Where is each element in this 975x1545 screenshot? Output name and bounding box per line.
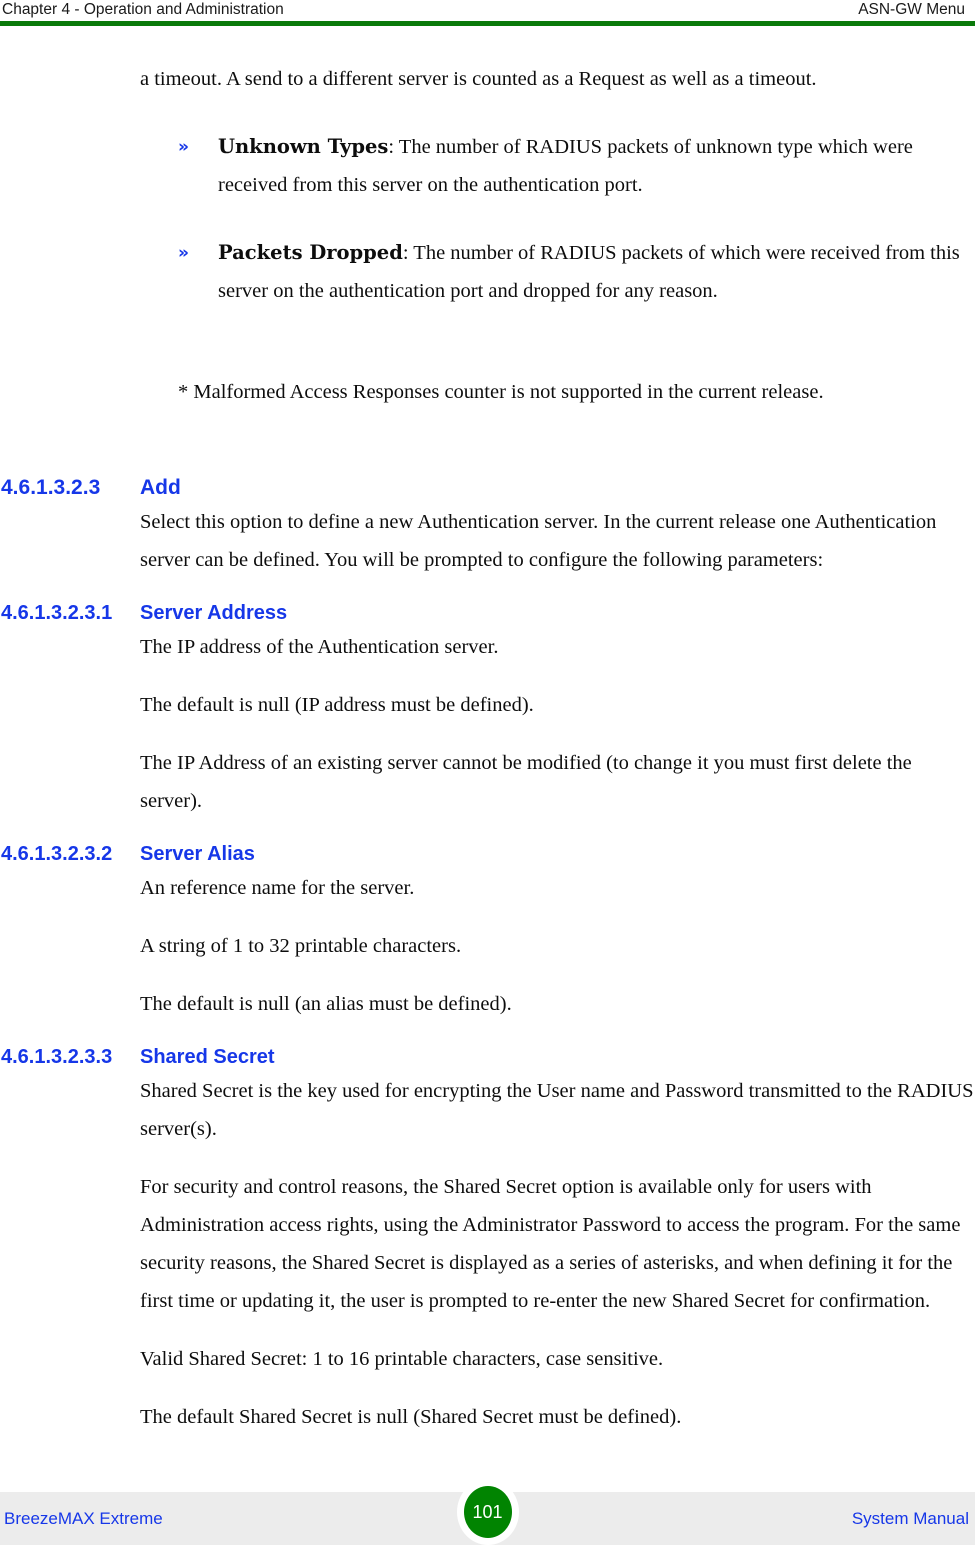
list-item-body: Packets Dropped: The number of RADIUS pa… [140,234,975,310]
section-title: Server Alias [140,843,255,865]
page-number-badge: 101 [456,1479,519,1545]
footer-product-name: BreezeMAX Extreme [4,1508,163,1528]
section-number: 4.6.1.3.2.3 [1,476,101,499]
section-paragraph: For security and control reasons, the Sh… [140,1176,961,1312]
intro-paragraph: a timeout. A send to a different server … [140,68,817,90]
header-row: Chapter 4 - Operation and Administration… [0,0,975,19]
section-heading-server-address: 4.6.1.3.2.3.1 Server Address [0,599,975,628]
header-chapter-title: Chapter 4 - Operation and Administration [2,1,284,18]
section-paragraph: Valid Shared Secret: 1 to 16 printable c… [140,1348,664,1370]
section-paragraph: An reference name for the server. [140,877,415,899]
section-number: 4.6.1.3.2.3.1 [1,602,113,624]
chevron-double-right-icon: » [178,137,189,157]
section-paragraph: The IP address of the Authentication ser… [140,636,499,658]
section-title: Add [140,476,181,499]
list-item-term: Packets Dropped [218,241,403,264]
section-heading-shared-secret: 4.6.1.3.2.3.3 Shared Secret [0,1043,975,1072]
section-number: 4.6.1.3.2.3.2 [1,843,113,865]
list-item-term: Unknown Types [218,135,389,158]
chevron-double-right-icon: » [178,243,189,263]
header-section-title: ASN-GW Menu [858,1,965,18]
section-heading-add: 4.6.1.3.2.3 Add [0,473,975,503]
footer-document-type: System Manual [851,1508,969,1528]
footnote-text: * Malformed Access Responses counter is … [178,380,824,403]
list-item: » Unknown Types: The number of RADIUS pa… [0,128,975,204]
page-content: a timeout. A send to a different server … [0,60,975,1436]
section-number: 4.6.1.3.2.3.3 [1,1046,113,1068]
section-paragraph: The default is null (IP address must be … [140,694,534,716]
section-paragraph: The default is null (an alias must be de… [140,993,512,1015]
section-paragraph: A string of 1 to 32 printable characters… [140,935,462,957]
section-paragraph: The IP Address of an existing server can… [140,752,912,812]
section-paragraph: Shared Secret is the key used for encryp… [140,1080,974,1140]
section-paragraph: The default Shared Secret is null (Share… [140,1406,682,1428]
section-title: Server Address [140,602,288,624]
header-rule-line [0,21,975,26]
page-footer: BreezeMAX Extreme 101 System Manual [0,1479,975,1545]
section-title: Shared Secret [140,1046,275,1068]
page-number-value: 101 [463,1486,512,1538]
list-item: » Packets Dropped: The number of RADIUS … [0,234,975,310]
list-item-body: Unknown Types: The number of RADIUS pack… [140,128,975,204]
footer-row: BreezeMAX Extreme 101 System Manual [0,1479,975,1545]
section-paragraph: Select this option to define a new Authe… [140,511,937,571]
section-heading-server-alias: 4.6.1.3.2.3.2 Server Alias [0,840,975,869]
